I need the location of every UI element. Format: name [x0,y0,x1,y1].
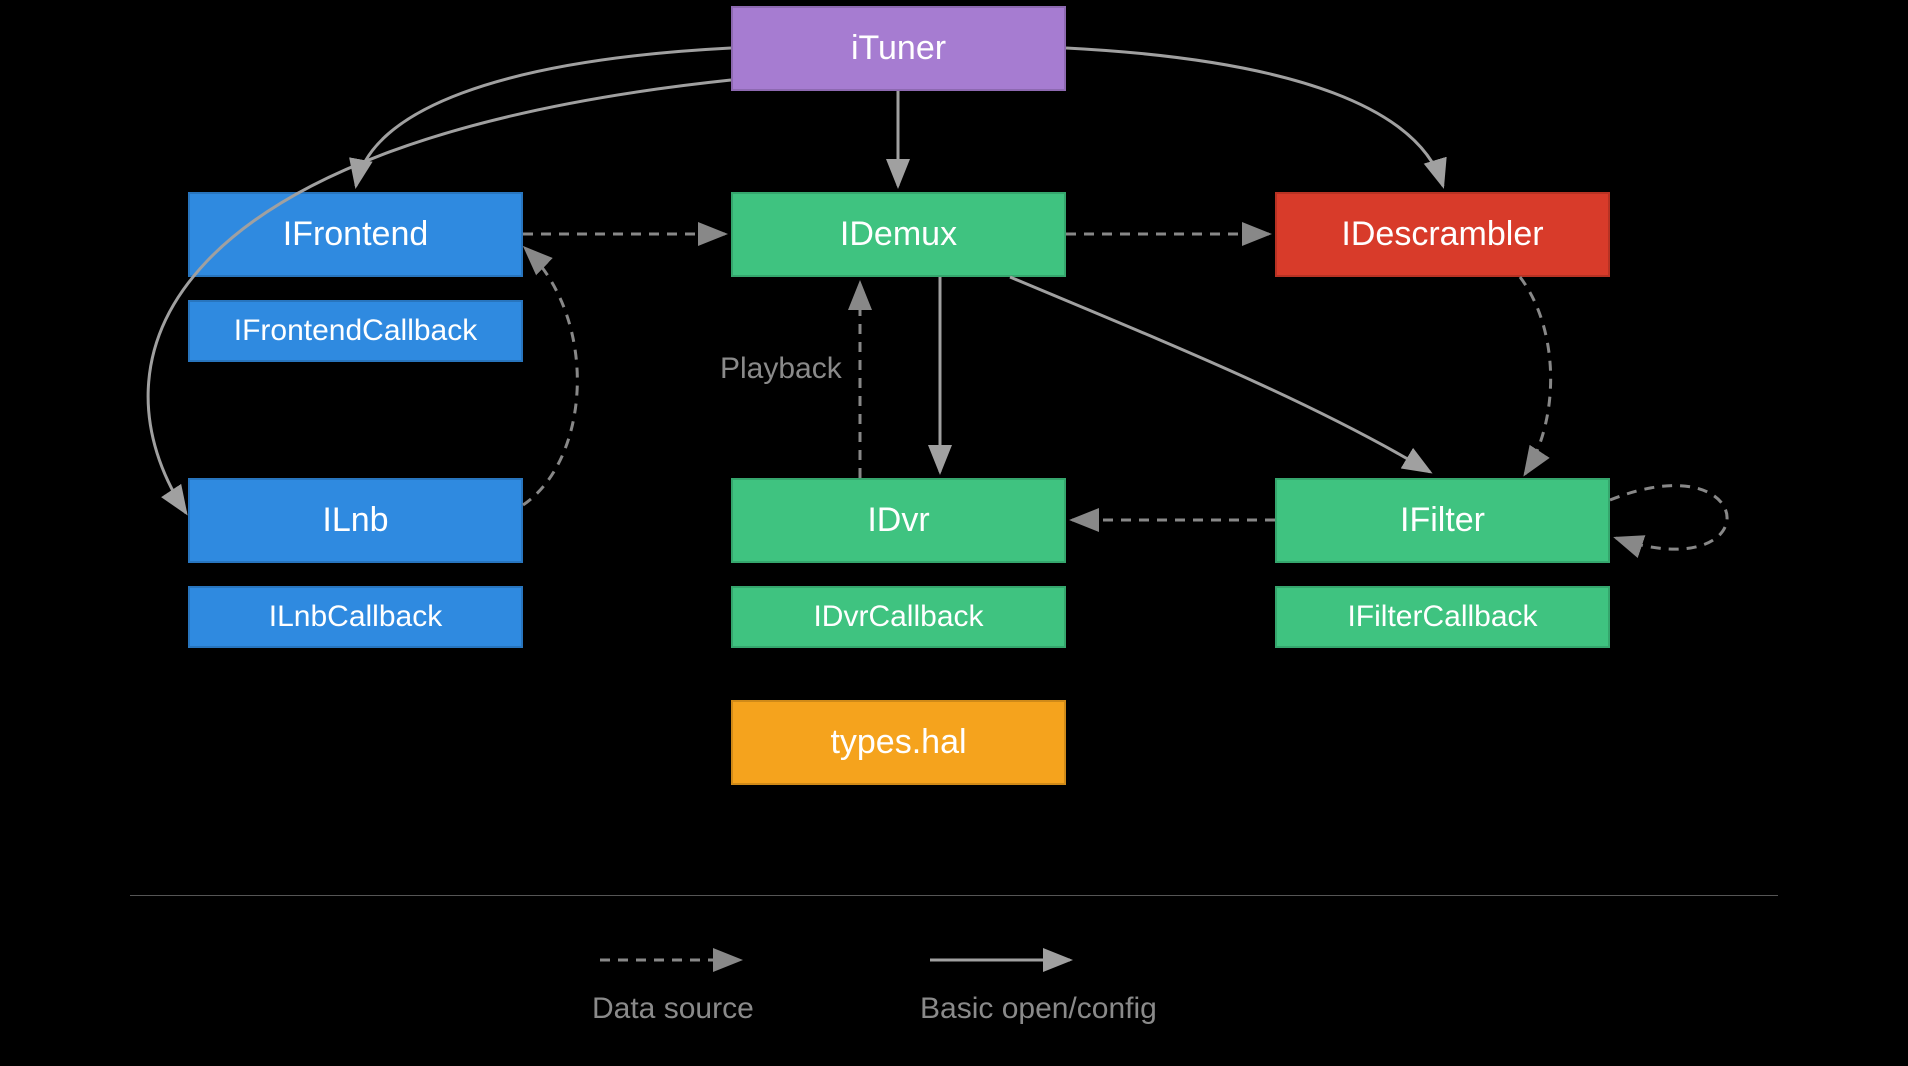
node-ifrontendcallback: IFrontendCallback [188,300,523,362]
label-playback: Playback [720,352,842,386]
legend-divider [130,895,1778,896]
node-ifilter: IFilter [1275,478,1610,563]
node-idescrambler: IDescrambler [1275,192,1610,277]
legend-basic-open-label: Basic open/config [920,992,1157,1026]
diagram-canvas: iTuner IFrontend IFrontendCallback ILnb … [0,0,1908,1066]
node-ifrontend: IFrontend [188,192,523,277]
legend-data-source-label: Data source [592,992,754,1026]
node-idvrcallback: IDvrCallback [731,586,1066,648]
node-ifiltercallback: IFilterCallback [1275,586,1610,648]
node-ilnb: ILnb [188,478,523,563]
node-idemux: IDemux [731,192,1066,277]
node-typeshal: types.hal [731,700,1066,785]
node-ilnbcallback: ILnbCallback [188,586,523,648]
node-idvr: IDvr [731,478,1066,563]
node-ituner: iTuner [731,6,1066,91]
